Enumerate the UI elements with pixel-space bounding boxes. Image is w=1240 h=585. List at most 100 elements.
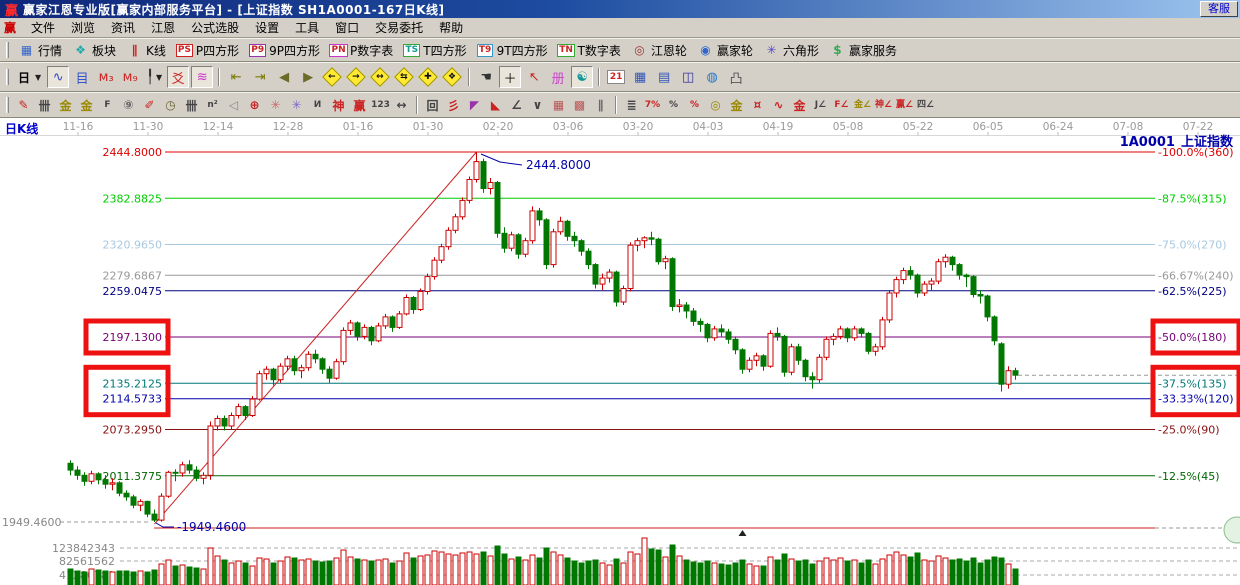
gold-line-icon[interactable]: 金 [727,95,746,115]
view-toolbar: 日▼∿目м₃м₉╿▼爻≋ ⇤⇥◀▶←→↔⇆✚❖ ☚＋↖册☯ 21▦▤◫◍凸 [0,62,1240,92]
gold-grid-icon[interactable]: 金 [56,95,75,115]
price-pen-icon[interactable]: ¤ [748,95,767,115]
star-compass-icon[interactable]: ✳ [266,95,285,115]
red-grid-icon[interactable]: ▦ [549,95,568,115]
last-bar-icon[interactable]: ⇥ [249,66,271,88]
prev-bar-icon[interactable]: ◀ [273,66,295,88]
kline-button[interactable]: ∥K线 [121,40,171,60]
gold-under-icon[interactable]: 金 [790,95,809,115]
hexagon-button[interactable]: ✳六角形 [758,40,824,60]
fan-box-icon[interactable]: ◣ [486,95,505,115]
box-range-icon[interactable]: 回 [423,95,442,115]
shen-grid-icon[interactable]: 神 [329,95,348,115]
zoom-out-icon[interactable]: ↔ [369,66,391,88]
gann-wheel-button[interactable]: ◎江恩轮 [626,40,692,60]
t9-square-button[interactable]: T99T四方形 [472,40,553,60]
tick-grid-icon[interactable]: 卌 [182,95,201,115]
red-grid2-icon[interactable]: ▩ [570,95,589,115]
next-bar-icon[interactable]: ▶ [297,66,319,88]
ruler123-icon[interactable]: 123 [371,95,390,115]
wave-avg-icon[interactable]: ∿ [769,95,788,115]
hand-tool-icon[interactable]: ☚ [475,66,497,88]
menu-item[interactable]: 设置 [247,17,287,38]
j-angle-icon[interactable]: J∠ [811,95,830,115]
menu-item[interactable]: 文件 [23,17,63,38]
spiral9-icon[interactable]: ⑨ [119,95,138,115]
gold-angle-icon[interactable]: 金∠ [853,95,872,115]
wave9-icon[interactable]: м₉ [119,66,141,88]
grid-tool-icon[interactable]: 卌 [35,95,54,115]
save-icon[interactable]: ◫ [677,66,699,88]
candle-style-icon[interactable]: ╿▼ [143,66,165,88]
taiji-tool-icon[interactable]: ☯ [571,66,593,88]
callout-tool-icon[interactable]: ↖ [523,66,545,88]
chart-area[interactable]: 日K线 1A0001上证指数 11-1611-3012-1412-2801-16… [0,118,1240,585]
calculator-icon[interactable]: ▦ [629,66,651,88]
pct7-icon[interactable]: 7% [643,95,662,115]
first-bar-icon[interactable]: ⇤ [225,66,247,88]
zoom-in-icon[interactable]: ⇆ [393,66,415,88]
zigzag-tool-icon[interactable]: ∿ [47,66,69,88]
printer-icon[interactable]: 凸 [725,66,747,88]
menu-item[interactable]: 资讯 [103,17,143,38]
gold-cycle-icon[interactable]: ◎ [706,95,725,115]
angle-mark-icon[interactable]: И [308,95,327,115]
pan-right-icon[interactable]: → [345,66,367,88]
win-angle-icon[interactable]: 赢∠ [895,95,914,115]
brush-tool-icon[interactable]: ✎ [14,95,33,115]
menu-item[interactable]: 江恩 [143,17,183,38]
grid-compass-icon[interactable]: ✳ [287,95,306,115]
f-grid-icon[interactable]: F [98,95,117,115]
t9-badge-icon: T9 [477,44,493,57]
calendar-icon[interactable]: 21 [605,66,627,88]
compress-all-icon[interactable]: ✚ [417,66,439,88]
parallel-lines-icon[interactable]: ∥ [591,95,610,115]
quotes-button[interactable]: ▦行情 [13,40,67,60]
vee-line-icon[interactable]: ∨ [528,95,547,115]
fan-shade-icon[interactable]: ◤ [465,95,484,115]
winner-service-button[interactable]: $赢家服务 [824,40,902,60]
ladder-icon[interactable]: ≣ [622,95,641,115]
gann-grid-tool-icon[interactable]: 爻 [167,66,189,88]
n2-grid-icon[interactable]: n² [203,95,222,115]
p-number-button[interactable]: PNP数字表 [325,40,398,60]
pen-grid-icon[interactable]: ✐ [140,95,159,115]
sectors-button[interactable]: ❖板块 [67,40,121,60]
crosshair-tool-icon[interactable]: ＋ [499,66,521,88]
ribbon-tool-icon[interactable]: 册 [547,66,569,88]
f-angle-icon[interactable]: F∠ [832,95,851,115]
customer-service-button[interactable]: 客服 [1200,1,1238,17]
win-grid-icon[interactable]: 赢 [350,95,369,115]
angle-line-icon[interactable]: ∠ [507,95,526,115]
si-angle-icon[interactable]: 四∠ [916,95,935,115]
pan-left-icon[interactable]: ← [321,66,343,88]
p-square-button[interactable]: PSP四方形 [171,40,244,60]
menu-item[interactable]: 交易委托 [367,17,431,38]
notepad-icon[interactable]: ▤ [653,66,675,88]
span-arrow-icon[interactable]: ↔ [392,95,411,115]
winner-wheel-button[interactable]: ◉赢家轮 [692,40,758,60]
gold-grid2-icon[interactable]: 金 [77,95,96,115]
p9-square-button[interactable]: P99P四方形 [244,40,325,60]
menu-item[interactable]: 公式选股 [183,17,247,38]
time-cycle-icon[interactable]: ◷ [161,95,180,115]
circle-cross-icon[interactable]: ⊕ [245,95,264,115]
menu-item[interactable]: 浏览 [63,17,103,38]
t-number-button[interactable]: TNT数字表 [553,40,626,60]
info-note-icon[interactable]: 目 [71,66,93,88]
menu-item[interactable]: 工具 [287,17,327,38]
pct-icon[interactable]: % [664,95,683,115]
web-update-icon[interactable]: ◍ [701,66,723,88]
period-day-button[interactable]: 日▼ [13,67,46,87]
wave3-icon[interactable]: м₃ [95,66,117,88]
fan-lines-icon[interactable]: 彡 [444,95,463,115]
flag-tool-icon[interactable]: ◁ [224,95,243,115]
t-square-button[interactable]: TST四方形 [398,40,471,60]
expand-all-icon[interactable]: ❖ [441,66,463,88]
kline-chart[interactable]: 11-1611-3012-1412-2801-1601-3002-2003-06… [0,118,1240,585]
shen-angle-icon[interactable]: 神∠ [874,95,893,115]
pct-line-icon[interactable]: % [685,95,704,115]
menu-item[interactable]: 窗口 [327,17,367,38]
menu-item[interactable]: 帮助 [431,17,471,38]
volume-profile-icon[interactable]: ≋ [191,66,213,88]
